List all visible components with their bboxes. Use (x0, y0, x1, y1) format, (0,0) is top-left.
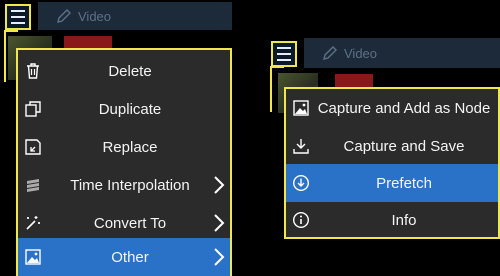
highlight-connector-right (270, 66, 284, 112)
video-label: Video (344, 45, 378, 61)
menu-item-convert-to[interactable]: Convert To (18, 204, 230, 242)
hamburger-icon (11, 8, 25, 26)
menu-item-replace[interactable]: Replace (18, 128, 230, 166)
menu-item-label: Delete (108, 62, 152, 80)
menu-item-time-interpolation[interactable]: Time Interpolation (18, 166, 230, 204)
menu-item-label: Prefetch (376, 174, 432, 192)
menu-item-prefetch[interactable]: Prefetch (286, 164, 498, 202)
replace-icon (24, 138, 42, 156)
menu-item-other[interactable]: Other (18, 238, 230, 276)
clip-strip-right (335, 74, 373, 88)
trash-icon (24, 62, 42, 80)
menu-item-label: Time Interpolation (70, 176, 190, 194)
pencil-icon (323, 46, 337, 60)
hamburger-menu-button-left[interactable] (5, 4, 31, 30)
menu-item-label: Replace (102, 138, 158, 156)
chevron-right-icon (212, 247, 226, 267)
duplicate-icon (24, 100, 42, 118)
menu-item-label: Capture and Save (343, 137, 465, 155)
menu-item-capture-add-node[interactable]: Capture and Add as Node (286, 89, 498, 127)
menu-item-label: Duplicate (98, 100, 162, 118)
menu-item-label: Info (391, 211, 417, 229)
image-icon (24, 248, 42, 266)
hamburger-icon (277, 45, 291, 63)
menu-item-capture-save[interactable]: Capture and Save (286, 127, 498, 165)
info-icon (292, 211, 310, 229)
chevron-right-icon (212, 175, 226, 195)
context-menu-left: Delete Duplicate Replace Time Interpolat… (16, 48, 232, 276)
menu-item-label: Convert To (93, 214, 167, 232)
menu-item-info[interactable]: Info (286, 201, 498, 239)
pencil-icon (57, 9, 71, 23)
magic-wand-icon (24, 214, 42, 232)
hamburger-menu-button-right[interactable] (271, 41, 297, 67)
download-icon (292, 137, 310, 155)
download-circle-icon (292, 174, 310, 192)
video-header-left: Video (56, 8, 111, 24)
image-icon (292, 99, 310, 117)
menu-item-delete[interactable]: Delete (18, 52, 230, 90)
menu-item-duplicate[interactable]: Duplicate (18, 90, 230, 128)
video-header-right: Video (322, 45, 377, 61)
menu-item-label: Other (111, 248, 149, 266)
chevron-right-icon (212, 213, 226, 233)
context-menu-right: Capture and Add as Node Capture and Save… (284, 87, 500, 239)
menu-item-label: Capture and Add as Node (317, 99, 491, 117)
layers-icon (24, 176, 42, 194)
video-label: Video (78, 8, 112, 24)
